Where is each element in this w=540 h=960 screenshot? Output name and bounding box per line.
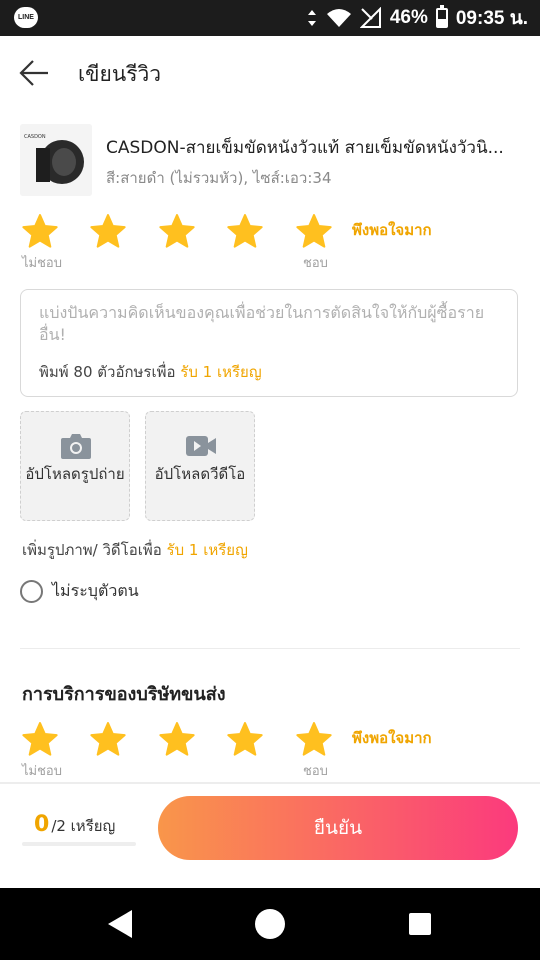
section-divider bbox=[20, 648, 520, 649]
rating-hint-low: ไม่ชอบ bbox=[22, 256, 62, 271]
shipping-star-1[interactable] bbox=[20, 720, 60, 760]
coin-counter: 0/2 เหรียญ bbox=[34, 812, 115, 838]
wifi-icon bbox=[326, 8, 352, 28]
nav-back-icon[interactable] bbox=[104, 906, 140, 942]
product-rating: พึงพอใจมาก ไม่ชอบ ชอบ bbox=[20, 212, 520, 272]
star-4[interactable] bbox=[225, 212, 265, 252]
upload-photo-label: อัปโหลดรูปถ่าย bbox=[25, 465, 125, 483]
rating-hint-high: ชอบ bbox=[303, 256, 328, 271]
product-variation: สี:สายดำ (ไม่รวมหัว), ไซส์:เอว:34 bbox=[106, 169, 332, 187]
upload-video-button[interactable]: อัปโหลดวีดีโอ bbox=[145, 411, 255, 521]
confirm-button[interactable]: ยืนยัน bbox=[158, 796, 518, 860]
star-3[interactable] bbox=[157, 212, 197, 252]
star-5[interactable] bbox=[294, 212, 334, 252]
video-camera-icon bbox=[185, 432, 217, 460]
review-char-hint: พิมพ์ 80 ตัวอักษรเพื่อ รับ 1 เหรียญ bbox=[39, 360, 262, 384]
shipping-hint-low: ไม่ชอบ bbox=[22, 764, 62, 779]
back-arrow-icon[interactable] bbox=[18, 56, 52, 90]
camera-icon bbox=[60, 432, 92, 460]
shipping-rating-label: พึงพอใจมาก bbox=[352, 729, 432, 747]
battery-percent: 46% bbox=[389, 7, 428, 28]
app-header: เขียนรีวิว bbox=[0, 36, 540, 110]
shipping-rating: พึงพอใจมาก ไม่ชอบ ชอบ bbox=[20, 720, 520, 780]
shipping-section-title: การบริการของบริษัทขนส่ง bbox=[22, 684, 226, 705]
nav-recents-icon[interactable] bbox=[402, 906, 438, 942]
char-hint-prefix: พิมพ์ 80 ตัวอักษรเพื่อ bbox=[39, 363, 176, 381]
char-hint-reward: รับ 1 เหรียญ bbox=[180, 363, 262, 381]
line-app-icon: LINE bbox=[14, 7, 38, 28]
footer-bar: 0/2 เหรียญ ยืนยัน bbox=[0, 784, 540, 888]
review-placeholder: แบ่งปันความคิดเห็นของคุณเพื่อช่วยในการตั… bbox=[39, 303, 485, 344]
shipping-star-4[interactable] bbox=[225, 720, 265, 760]
shipping-star-3[interactable] bbox=[157, 720, 197, 760]
shipping-star-2[interactable] bbox=[88, 720, 128, 760]
shipping-hint-high: ชอบ bbox=[303, 764, 328, 779]
status-bar: LINE 46% 09:35 น. bbox=[0, 0, 540, 36]
media-reward-hint: เพิ่มรูปภาพ/ วิดีโอเพื่อ รับ 1 เหรียญ bbox=[22, 538, 248, 562]
coin-progress-bar bbox=[22, 842, 136, 846]
product-summary: CASDON CASDON-สายเข็มขัดหนังวัวแท้ สายเข… bbox=[20, 124, 520, 198]
review-textarea[interactable]: แบ่งปันความคิดเห็นของคุณเพื่อช่วยในการตั… bbox=[20, 289, 518, 397]
media-reward-amount: รับ 1 เหรียญ bbox=[166, 541, 248, 559]
upload-photo-button[interactable]: อัปโหลดรูปถ่าย bbox=[20, 411, 130, 521]
thumb-logo-text: CASDON bbox=[24, 134, 46, 140]
coins-total: /2 เหรียญ bbox=[51, 817, 116, 835]
battery-icon bbox=[435, 5, 448, 28]
product-thumbnail: CASDON bbox=[20, 124, 92, 196]
media-reward-prefix: เพิ่มรูปภาพ/ วิดีโอเพื่อ bbox=[22, 541, 162, 559]
anonymous-option[interactable]: ไม่ระบุตัวตน bbox=[20, 578, 139, 604]
data-arrows-icon bbox=[306, 9, 318, 27]
signal-icon bbox=[359, 7, 382, 29]
system-nav-bar bbox=[0, 888, 540, 960]
clock: 09:35 น. bbox=[455, 8, 528, 29]
anonymous-radio[interactable] bbox=[20, 579, 43, 603]
rating-label: พึงพอใจมาก bbox=[352, 221, 432, 239]
star-2[interactable] bbox=[88, 212, 128, 252]
page-title: เขียนรีวิว bbox=[78, 62, 162, 86]
coins-earned: 0 bbox=[34, 812, 50, 837]
shipping-star-5[interactable] bbox=[294, 720, 334, 760]
upload-video-label: อัปโหลดวีดีโอ bbox=[154, 465, 246, 483]
anonymous-label: ไม่ระบุตัวตน bbox=[52, 580, 139, 600]
star-1[interactable] bbox=[20, 212, 60, 252]
product-name: CASDON-สายเข็มขัดหนังวัวแท้ สายเข็มขัดหน… bbox=[106, 138, 504, 158]
nav-home-icon[interactable] bbox=[252, 906, 288, 942]
